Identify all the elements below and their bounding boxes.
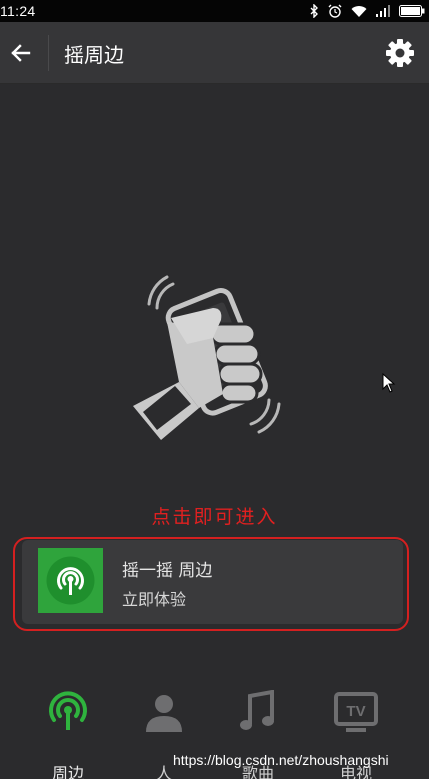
nav-divider: [48, 35, 49, 71]
status-icons: [309, 3, 425, 19]
person-icon: [146, 695, 182, 732]
status-bar: 11:24: [0, 0, 429, 22]
enter-hint-annotation: 点击即可进入: [151, 506, 278, 528]
alarm-icon: [328, 4, 342, 18]
shake-hand-illustration: [133, 275, 281, 440]
entry-title: 摇一摇 周边: [122, 561, 213, 581]
watermark-url: https://blog.csdn.net/zhoushangshi: [173, 752, 389, 768]
tab-nearby[interactable]: 周边: [28, 690, 108, 779]
status-time: 11:24: [0, 3, 36, 19]
radar-icon: [49, 691, 87, 730]
tv-icon: TV: [334, 692, 378, 732]
music-note-icon: [240, 690, 274, 730]
mouse-cursor-icon: [382, 373, 396, 393]
wifi-icon: [351, 5, 367, 17]
arrow-left-icon: [11, 44, 31, 62]
settings-button[interactable]: [385, 38, 415, 68]
battery-icon: [399, 5, 425, 17]
signal-icon: [376, 5, 390, 17]
entry-app-icon: [38, 548, 103, 613]
gear-icon: [386, 39, 414, 67]
nav-bar: 摇周边: [0, 22, 429, 84]
shake-nearby-entry[interactable]: 摇一摇 周边 立即体验: [22, 540, 403, 624]
tab-label: 周边: [51, 764, 84, 779]
back-button[interactable]: [6, 38, 36, 68]
entry-subtitle: 立即体验: [122, 590, 187, 609]
svg-text:TV: TV: [346, 703, 365, 720]
page-title: 摇周边: [64, 43, 124, 67]
radar-icon: [46, 556, 95, 605]
bluetooth-icon: [310, 4, 318, 18]
